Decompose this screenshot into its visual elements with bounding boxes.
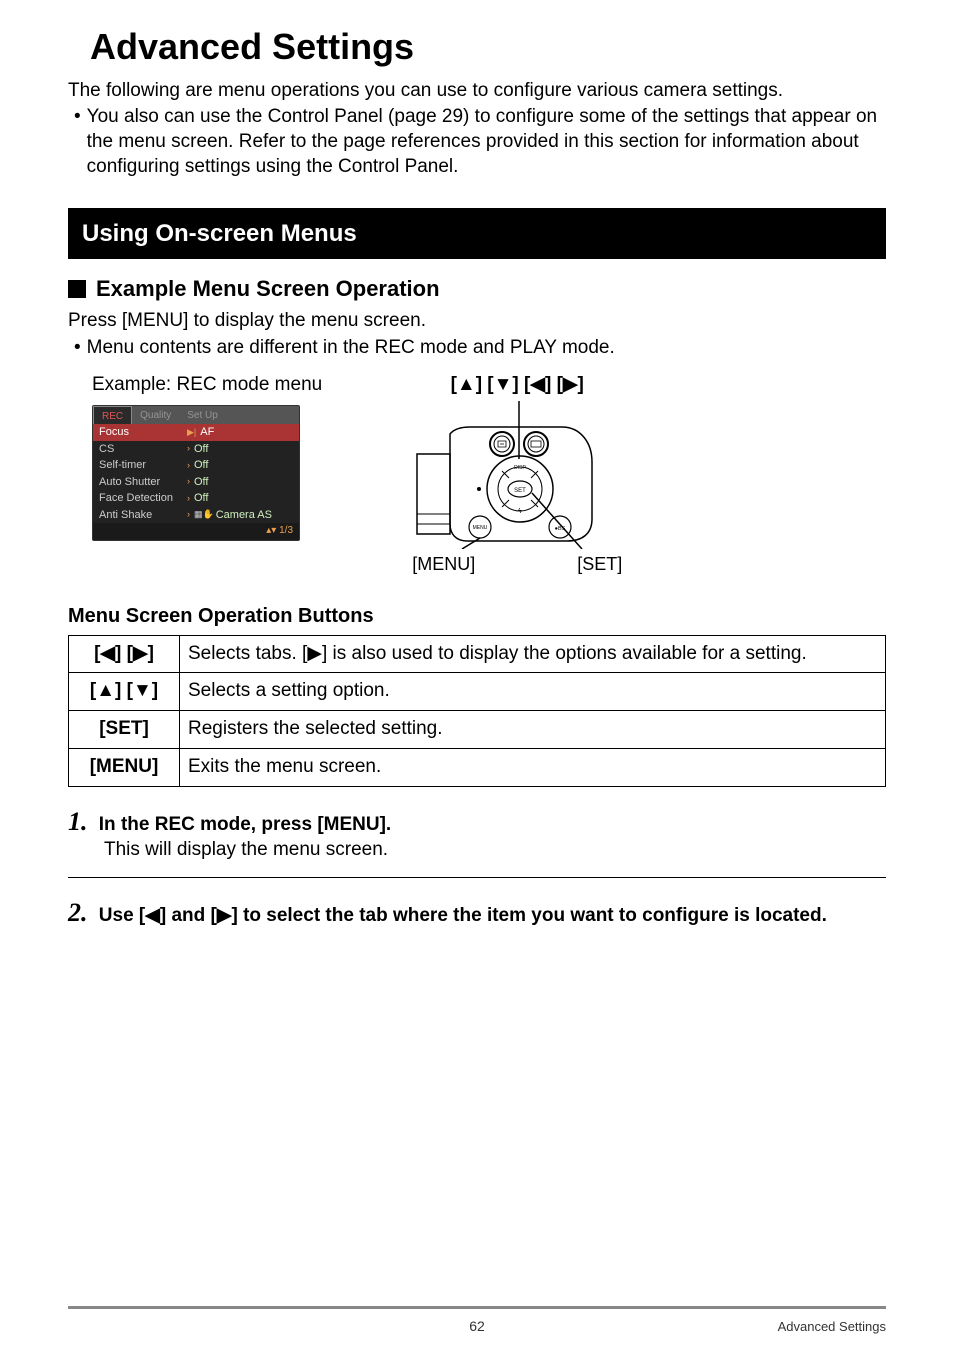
camera-menu-arrow-icon: › xyxy=(187,492,194,506)
camera-menu-value: Off xyxy=(194,441,208,458)
page-footer: 62 Advanced Settings xyxy=(68,1306,886,1335)
ops-desc-cell: Registers the selected setting. xyxy=(180,711,886,749)
step-1: 1. In the REC mode, press [MENU]. This w… xyxy=(68,805,886,863)
ops-button-cell: [◀] [▶] xyxy=(69,635,180,673)
camera-menu-tab-rec: REC xyxy=(93,406,132,424)
svg-text:DISP: DISP xyxy=(514,465,526,471)
ops-desc-cell: Selects a setting option. xyxy=(180,673,886,711)
operations-heading: Menu Screen Operation Buttons xyxy=(68,603,886,629)
camera-menu-tab-setup: Set Up xyxy=(179,406,226,424)
page-number: 62 xyxy=(68,1317,886,1335)
step-title: In the REC mode, press [MENU]. xyxy=(99,814,391,835)
camera-menu-arrow-icon: › xyxy=(187,475,194,489)
camera-menu-label: Focus xyxy=(99,424,187,441)
footer-title: Advanced Settings xyxy=(778,1319,886,1336)
ops-desc-cell: Exits the menu screen. xyxy=(180,748,886,786)
camera-menu-screenshot: REC Quality Set Up Focus ▶| AF CS › Off xyxy=(92,405,300,541)
table-row: [◀] [▶] Selects tabs. [▶] is also used t… xyxy=(69,635,886,673)
subheading-example-operation: Example Menu Screen Operation xyxy=(96,275,440,304)
page-title: Advanced Settings xyxy=(90,24,886,71)
camera-menu-row: Face Detection › Off xyxy=(93,490,299,507)
camera-menu-value: Off xyxy=(194,474,208,491)
camera-menu-row: Auto Shutter › Off xyxy=(93,474,299,491)
camera-menu-tab-quality: Quality xyxy=(132,406,179,424)
section-header-using-menus: Using On-screen Menus xyxy=(68,208,886,259)
step-body: This will display the menu screen. xyxy=(104,838,886,863)
intro-bullet-text: You also can use the Control Panel (page… xyxy=(87,105,886,179)
diagram-set-label: [SET] xyxy=(577,553,622,576)
bullet-dot: • xyxy=(74,336,81,361)
diagram-arrow-keys-label: [▲] [▼] [◀] [▶] xyxy=(412,373,622,398)
camera-menu-label: Auto Shutter xyxy=(99,474,187,491)
camera-menu-row-focus: Focus ▶| AF xyxy=(93,424,299,441)
camera-menu-row: Anti Shake › ▦✋ Camera AS xyxy=(93,507,299,524)
anti-shake-icon: ▦✋ xyxy=(194,508,216,522)
table-row: [▲] [▼] Selects a setting option. xyxy=(69,673,886,711)
camera-menu-arrow-icon: › xyxy=(187,459,194,473)
step-number: 2. xyxy=(68,898,88,927)
camera-menu-label: Anti Shake xyxy=(99,507,187,524)
table-row: [SET] Registers the selected setting. xyxy=(69,711,886,749)
camera-control-diagram: SET DISP ϟ MENU ● xyxy=(412,399,622,549)
camera-menu-value: AF xyxy=(200,424,214,441)
camera-menu-row: CS › Off xyxy=(93,441,299,458)
camera-menu-page-indicator: ▴▾ 1/3 xyxy=(93,523,299,540)
camera-menu-value: Off xyxy=(194,457,208,474)
camera-menu-arrow-icon: ▶| xyxy=(187,426,200,440)
svg-text:ϟ: ϟ xyxy=(518,508,522,515)
camera-menu-value: Camera AS xyxy=(216,507,272,524)
camera-menu-label: Face Detection xyxy=(99,490,187,507)
bullet-dot: • xyxy=(74,105,81,179)
camera-menu-row: Self-timer › Off xyxy=(93,457,299,474)
camera-menu-arrow-icon: › xyxy=(187,442,194,456)
table-row: [MENU] Exits the menu screen. xyxy=(69,748,886,786)
subheading-bullet-icon xyxy=(68,280,86,298)
step-separator xyxy=(68,877,886,878)
press-menu-text: Press [MENU] to display the menu screen. xyxy=(68,309,886,334)
ops-button-cell: [▲] [▼] xyxy=(69,673,180,711)
camera-menu-arrow-icon: › xyxy=(187,508,194,522)
step-number: 1. xyxy=(68,807,88,836)
example-caption: Example: REC mode menu xyxy=(92,373,322,398)
camera-menu-value: Off xyxy=(194,490,208,507)
operations-table: [◀] [▶] Selects tabs. [▶] is also used t… xyxy=(68,635,886,787)
ops-button-cell: [SET] xyxy=(69,711,180,749)
camera-menu-label: CS xyxy=(99,441,187,458)
intro-line: The following are menu operations you ca… xyxy=(68,79,886,104)
ops-desc-cell: Selects tabs. [▶] is also used to displa… xyxy=(180,635,886,673)
camera-menu-label: Self-timer xyxy=(99,457,187,474)
svg-text:SET: SET xyxy=(514,488,526,494)
ops-button-cell: [MENU] xyxy=(69,748,180,786)
diagram-menu-label: [MENU] xyxy=(412,553,475,576)
step-2: 2. Use [◀] and [▶] to select the tab whe… xyxy=(68,896,886,930)
step-title: Use [◀] and [▶] to select the tab where … xyxy=(99,905,827,926)
rec-play-note: Menu contents are different in the REC m… xyxy=(87,336,886,361)
svg-text:MENU: MENU xyxy=(473,525,488,531)
